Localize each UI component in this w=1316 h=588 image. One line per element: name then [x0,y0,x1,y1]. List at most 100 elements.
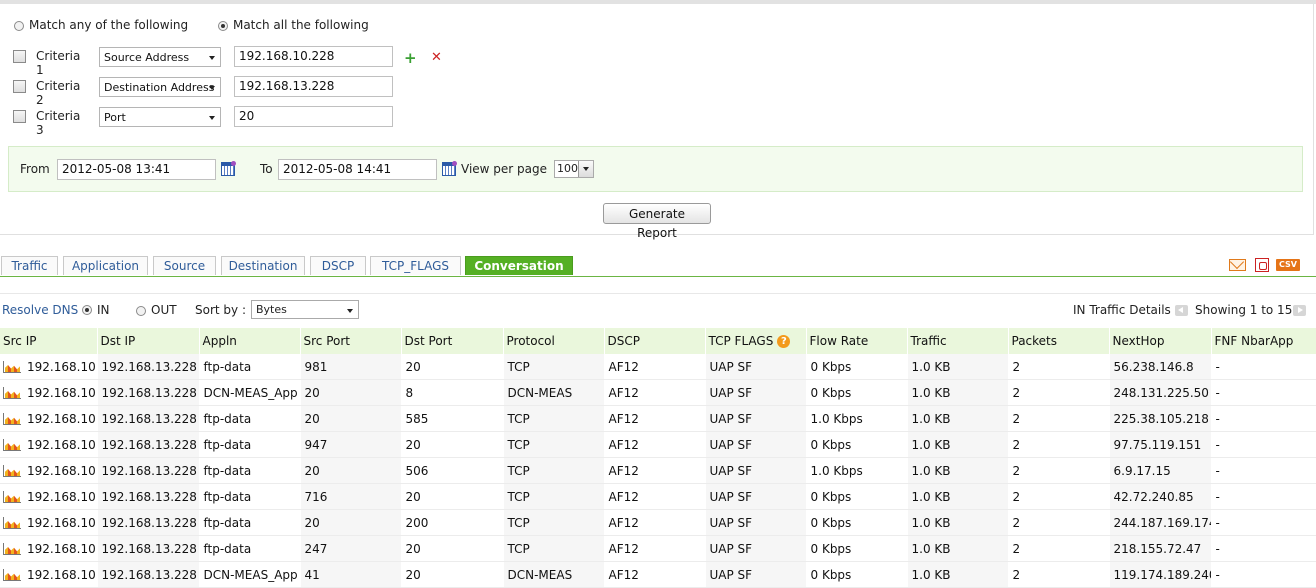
pdf-icon[interactable] [1255,258,1269,272]
help-icon[interactable]: ? [777,335,791,348]
table-row: 192.168.10. 192.168.13.228 ftp-data 716 20 TC… [0,483,1316,510]
table-cell: 2 [1008,379,1110,406]
in-radio[interactable] [82,305,92,315]
table-cell: UAP SF [705,483,807,510]
previous-page-icon[interactable] [1175,305,1188,316]
graph-icon[interactable] [3,491,21,503]
table-cell: 1.0 KB [907,405,1009,432]
table-cell: 56.238.146.8 [1109,354,1212,380]
tab-source[interactable]: Source [153,256,216,275]
column-header-src-port[interactable]: Src Port [300,328,402,354]
table-cell: 192.168.13.228 [97,535,200,562]
column-header-packets[interactable]: Packets [1008,328,1110,354]
from-label: From [20,162,50,176]
email-icon[interactable] [1229,259,1246,271]
sort-by-select[interactable]: Bytes [251,300,359,319]
tab-conversation[interactable]: Conversation [465,256,573,275]
criteria-1-label: Criteria 1 [36,49,81,77]
table-cell: 192.168.10. [0,431,98,458]
resolve-dns-link[interactable]: Resolve DNS [2,303,78,317]
generate-report-button[interactable]: Generate Report [603,203,711,240]
criteria-3-value-input[interactable]: 20 [234,106,393,127]
graph-icon[interactable] [3,361,21,373]
tab-application[interactable]: Application [63,256,148,275]
from-date-input[interactable]: 2012-05-08 13:41 [57,159,216,180]
table-cell: 192.168.13.228 [97,379,200,406]
graph-icon[interactable] [3,543,21,555]
table-cell: 192.168.13.228 [97,509,200,536]
graph-icon[interactable] [3,517,21,529]
table-cell: 1.0 KB [907,535,1009,562]
table-cell: TCP [503,509,605,536]
chevron-down-icon [209,116,215,120]
match-any-option[interactable]: Match any of the following [14,17,188,33]
criteria-2-checkbox[interactable] [13,80,26,93]
tab-tcp-flags[interactable]: TCP_FLAGS [370,256,461,275]
tab-traffic[interactable]: Traffic [1,256,58,275]
table-cell: 192.168.10. [0,561,98,588]
table-cell: - [1211,483,1316,510]
table-cell: UAP SF [705,405,807,432]
view-per-page-label: View per page [461,162,548,176]
table-cell: 716 [300,483,402,510]
tab-destination[interactable]: Destination [221,256,305,275]
table-cell: - [1211,354,1316,380]
column-header-fnf-nbarapp[interactable]: FNF NbarApp [1211,328,1316,354]
table-cell: TCP [503,457,605,484]
criteria-1-value-input[interactable]: 192.168.10.228 [234,46,393,67]
criteria-2-field-select[interactable]: Destination Address [99,77,221,97]
column-header-src-ip[interactable]: Src IP [0,328,98,354]
table-cell: 248.131.225.50 [1109,379,1212,406]
column-header-appln[interactable]: Appln [199,328,301,354]
table-cell: - [1211,535,1316,562]
view-per-page-select[interactable]: 100 [554,160,594,178]
table-cell: 0 Kbps [806,483,908,510]
criteria-1-field-select[interactable]: Source Address [99,47,221,67]
match-all-radio[interactable] [217,20,228,31]
table-cell: 247 [300,535,402,562]
table-row: 192.168.10. 192.168.13.228 DCN-MEAS_App 20 8… [0,379,1316,406]
table-cell: UAP SF [705,509,807,536]
graph-icon[interactable] [3,569,21,581]
column-header-traffic[interactable]: Traffic [907,328,1009,354]
table-cell: 1.0 KB [907,561,1009,588]
graph-icon[interactable] [3,387,21,399]
graph-icon[interactable] [3,439,21,451]
graph-icon[interactable] [3,413,21,425]
out-radio[interactable] [136,306,146,316]
criteria-2-value-input[interactable]: 192.168.13.228 [234,76,393,97]
table-cell: UAP SF [705,354,807,380]
close-icon[interactable]: ✕ [431,51,442,65]
column-header-nexthop[interactable]: NextHop [1109,328,1212,354]
table-cell: 2 [1008,535,1110,562]
column-header-dst-ip[interactable]: Dst IP [97,328,200,354]
next-page-icon[interactable] [1293,305,1306,316]
criteria-1-checkbox[interactable] [13,50,26,63]
table-cell: 218.155.72.47 [1109,535,1212,562]
table-cell: 585 [401,405,504,432]
criteria-3-checkbox[interactable] [13,110,26,123]
chevron-down-icon [209,86,215,90]
table-cell: ftp-data [199,535,301,562]
column-header-flow-rate[interactable]: Flow Rate [806,328,908,354]
column-header-protocol[interactable]: Protocol [503,328,605,354]
calendar-icon[interactable] [221,161,236,176]
column-header-tcp-flags[interactable]: TCP FLAGS? [705,328,807,354]
to-date-input[interactable]: 2012-05-08 14:41 [278,159,437,180]
table-cell: 20 [401,431,504,458]
match-any-radio[interactable] [14,20,24,31]
plus-icon[interactable]: + [404,51,417,66]
tab-dscp[interactable]: DSCP [310,256,366,275]
graph-icon[interactable] [3,465,21,477]
csv-icon[interactable]: CSV [1276,259,1300,271]
table-cell: 2 [1008,561,1110,588]
chevron-down-icon [347,309,353,313]
column-header-dscp[interactable]: DSCP [604,328,706,354]
criteria-3-field-select[interactable]: Port [99,107,221,127]
match-all-option[interactable]: Match all the following [217,17,369,33]
column-header-dst-port[interactable]: Dst Port [401,328,504,354]
calendar-icon[interactable] [442,161,457,176]
table-cell: AF12 [604,457,706,484]
table-cell: UAP SF [705,457,807,484]
match-mode: Match any of the following Match all the… [14,17,395,33]
